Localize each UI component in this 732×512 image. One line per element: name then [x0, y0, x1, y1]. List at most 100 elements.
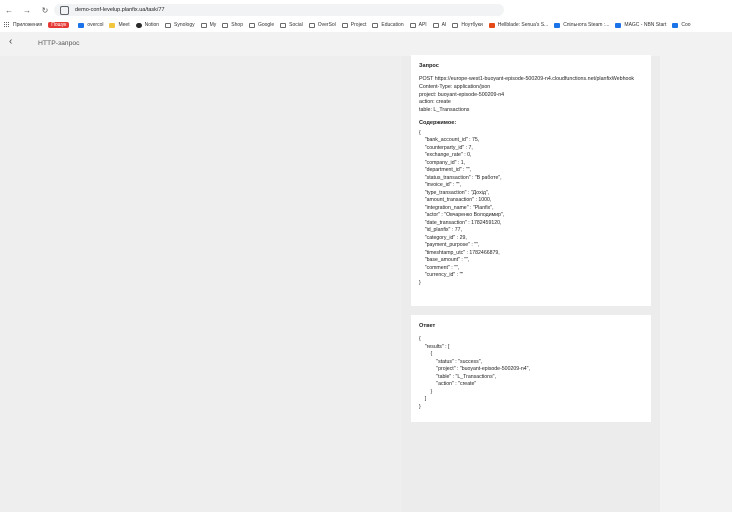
browser-chrome: ← → ↻ demo-conf-levelup.planfix.ua/task/… [0, 0, 732, 33]
bookmark-item[interactable]: Education [372, 22, 404, 28]
text-line: project: buoyant-episode-500209-n4 [419, 91, 505, 98]
bookmark-label: Ноутбуки [461, 22, 483, 28]
bookmark-item[interactable]: API [409, 22, 427, 28]
bookmark-item[interactable]: overcol [78, 22, 103, 28]
url-text: demo-conf-levelup.planfix.ua/task/77 [75, 7, 165, 13]
bookmark-label: Спільнота Steam :... [563, 22, 610, 28]
json-line: "type_transaction" : "Дохід", [419, 189, 490, 196]
json-line: "currency_id" : "" [419, 272, 464, 279]
folder-icon [165, 22, 172, 28]
bookmark-icon [554, 22, 561, 28]
request-heading: Запрос [419, 63, 439, 69]
json-line: } [419, 279, 421, 286]
json-line: "table" : "L_Transactions", [419, 373, 496, 380]
json-line: "date_transaction" : 1782459120, [419, 219, 502, 226]
request-body: { "bank_account_id" : 75, "counterparty_… [419, 130, 643, 288]
json-line: "payment_purpose" : "", [419, 242, 480, 249]
bookmark-item[interactable]: Meet [109, 22, 130, 28]
bookmark-label: Meet [118, 22, 130, 28]
bookmark-icon [109, 22, 116, 28]
json-line: "comment" : "", [419, 264, 460, 271]
bookmarks-bar: Приложения Пошук overcol Meet Notion Synology… [0, 19, 732, 31]
json-line: "base_amount" : "", [419, 257, 470, 264]
bookmark-item[interactable]: Hellblade: Senua's S... [488, 22, 549, 28]
text-line: POST https://europe-west1-buoyant-episod… [419, 76, 635, 82]
forward-icon[interactable]: → [22, 6, 32, 15]
bookmark-item[interactable]: Ноутбуки [452, 22, 483, 28]
bookmark-icon [78, 22, 85, 28]
request-card: Запрос POST https://europe-west1-buoyant… [411, 55, 651, 306]
json-line: "integration_name" : "Planfix", [419, 204, 494, 211]
bookmark-label: Приложения [13, 22, 43, 28]
bookmark-item[interactable]: My [200, 22, 217, 28]
bookmark-item[interactable]: Пошук [48, 22, 72, 28]
text-line: table: L_Transactions [419, 107, 470, 114]
bookmark-item[interactable]: Shop [222, 22, 243, 28]
bookmark-item[interactable]: AI [432, 22, 447, 28]
json-line: { [419, 129, 421, 136]
bookmark-label: Synology [174, 22, 195, 28]
folder-icon [200, 22, 207, 28]
bookmark-item[interactable]: Social [280, 22, 303, 28]
bookmark-item[interactable]: Synology [165, 22, 195, 28]
page-title: HTTP-запрос [38, 40, 80, 47]
response-body: { "results" : [ { "status" : "success", … [419, 336, 643, 411]
json-line: "project" : "buoyant-episode-500209-n4", [419, 366, 530, 372]
folder-icon [280, 22, 287, 28]
bookmark-item[interactable]: Приложения [4, 22, 42, 28]
bookmark-item[interactable]: MAGC - NBN Start [615, 22, 666, 28]
bookmark-label: Coo [681, 22, 691, 28]
bookmark-label: Project [350, 22, 367, 28]
address-bar[interactable]: demo-conf-levelup.planfix.ua/task/77 [54, 4, 504, 16]
json-line: "status_transaction" : "В работе", [419, 174, 502, 181]
reload-icon[interactable]: ↻ [40, 6, 50, 15]
bookmark-item[interactable]: Google [248, 22, 275, 28]
bookmark-icon [615, 22, 622, 28]
bookmark-item[interactable]: Project [341, 22, 367, 28]
bookmark-item[interactable]: Спільнота Steam :... [554, 22, 609, 28]
folder-icon [432, 22, 439, 28]
json-line: "counterparty_id" : 7, [419, 144, 473, 151]
folder-icon [341, 22, 348, 28]
bookmark-item[interactable]: Coo [672, 22, 691, 28]
left-pane [0, 56, 402, 512]
text-line: action: create [419, 99, 451, 106]
bookmark-label: overcol [87, 22, 104, 28]
request-lines: POST https://europe-west1-buoyant-episod… [419, 76, 643, 115]
bookmark-label: OverSol [317, 22, 336, 28]
back-icon[interactable]: ← [4, 6, 14, 15]
folder-icon [409, 22, 416, 28]
folder-icon [452, 22, 459, 28]
json-line: "department_id" : "", [419, 167, 472, 174]
json-line: "category_id" : 29, [419, 234, 467, 241]
json-line: "timeshtamp_utc" : 1782466879, [419, 249, 500, 256]
page-header: ‹ HTTP-запрос [0, 32, 732, 56]
chevron-left-icon[interactable]: ‹ [9, 36, 12, 47]
bookmark-item[interactable]: OverSol [308, 22, 336, 28]
bookmark-label: Education [381, 22, 404, 28]
folder-icon [222, 22, 229, 28]
bookmark-label: MAGC - NBN Start [624, 22, 667, 28]
json-line: } [419, 403, 421, 410]
bookmark-item[interactable]: Notion [135, 22, 160, 28]
json-line: "company_id" : 1, [419, 159, 466, 166]
bookmark-icon [672, 22, 679, 28]
response-heading: Ответ [419, 323, 436, 329]
json-line: "bank_account_id" : 75, [419, 137, 480, 144]
request-body-heading: Содержимое: [419, 119, 457, 126]
right-pane [660, 56, 732, 512]
bookmark-label: AI [441, 22, 447, 28]
folder-icon [248, 22, 255, 28]
bookmark-label: Hellblade: Senua's S... [497, 22, 549, 28]
bookmark-label: Notion [144, 22, 160, 28]
bookmark-label: Google [257, 22, 275, 28]
text-line: Content-Type: application/json [419, 83, 491, 90]
bookmark-icon [488, 22, 495, 28]
site-info-icon[interactable] [60, 5, 69, 15]
json-line: "amount_transaction" : 1000, [419, 197, 492, 204]
json-line: "invoice_id" : "", [419, 182, 461, 189]
bookmark-label: My [209, 22, 217, 28]
json-line: { [419, 351, 433, 357]
json-line: "exchange_rate" : 0, [419, 152, 472, 159]
bookmark-label: Social [289, 22, 303, 28]
